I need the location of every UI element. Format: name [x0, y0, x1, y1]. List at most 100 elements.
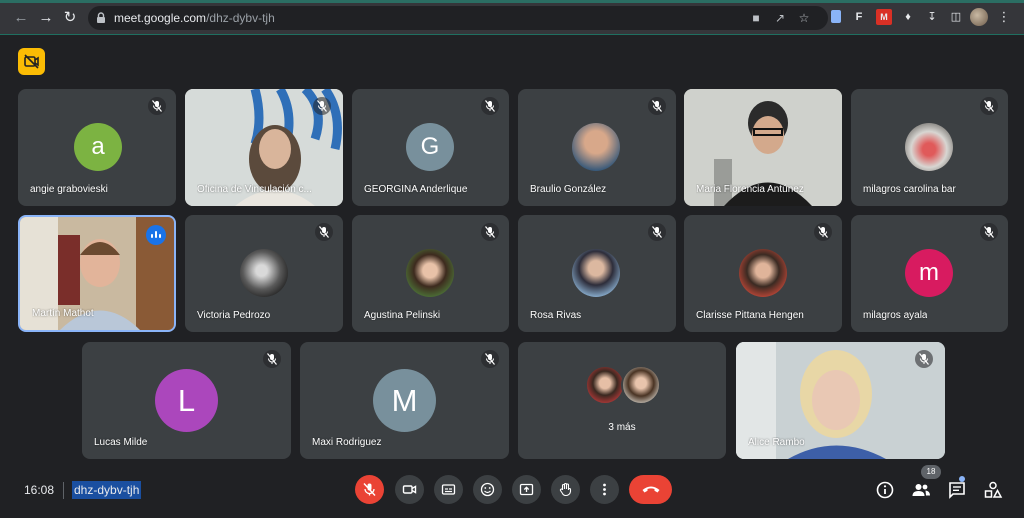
tab-strip-accent	[0, 0, 1024, 3]
browser-toolbar: ← → ↻ meet.google.com/dhz-dybv-tjh ■ ↗ ☆…	[0, 0, 1024, 35]
avatar	[406, 249, 454, 297]
participant-name: angie grabovieski	[30, 184, 108, 195]
share-icon[interactable]: ↗	[772, 10, 788, 26]
participant-tile[interactable]: G GEORGINA Anderlique	[352, 89, 509, 206]
participant-tile[interactable]: Agustina Pelinski	[352, 215, 509, 332]
participant-name: Rosa Rivas	[530, 310, 582, 321]
url-text: meet.google.com/dhz-dybv-tjh	[114, 11, 275, 25]
address-bar[interactable]: meet.google.com/dhz-dybv-tjh ■ ↗ ☆	[88, 6, 828, 30]
bookmark-star-icon[interactable]: ☆	[796, 10, 812, 26]
participant-tile[interactable]: a angie grabovieski	[18, 89, 176, 206]
emoji-icon	[480, 482, 495, 497]
reload-icon[interactable]: ↻	[61, 9, 79, 27]
mic-off-icon	[315, 223, 333, 241]
captions-button[interactable]	[434, 475, 463, 504]
mic-off-icon	[481, 97, 499, 115]
mic-off-icon	[980, 97, 998, 115]
speaking-indicator-icon	[146, 225, 166, 245]
participant-tile[interactable]: Martín Mathot	[18, 215, 176, 332]
present-button[interactable]	[512, 475, 541, 504]
f-extension-icon[interactable]: F	[851, 9, 867, 25]
camera-button[interactable]	[395, 475, 424, 504]
mic-off-button[interactable]	[355, 475, 384, 504]
host-controls-badge[interactable]	[18, 48, 45, 75]
camera-blocked-icon[interactable]: ■	[748, 10, 764, 26]
more-participants-tile[interactable]: 3 más	[518, 342, 726, 459]
participant-name: Victoria Pedrozo	[197, 310, 271, 321]
participant-tile[interactable]: Rosa Rivas	[518, 215, 676, 332]
participant-name: GEORGINA Anderlique	[364, 184, 468, 195]
back-arrow-icon[interactable]: ←	[12, 9, 30, 27]
participant-tile[interactable]: M Maxi Rodriguez	[300, 342, 509, 459]
mic-off-icon	[814, 223, 832, 241]
participant-tile[interactable]: Victoria Pedrozo	[185, 215, 343, 332]
mic-off-icon	[148, 97, 166, 115]
raise-hand-button[interactable]	[551, 475, 580, 504]
participant-name: Clarisse Pittana Hengen	[696, 310, 804, 321]
hang-up-icon	[642, 486, 660, 493]
participant-name: Lucas Milde	[94, 437, 148, 448]
forward-arrow-icon[interactable]: →	[37, 9, 55, 27]
more-options-button[interactable]	[590, 475, 619, 504]
participant-count-badge: 18	[921, 465, 941, 479]
hand-icon	[559, 482, 572, 497]
participant-name: Braulio González	[530, 184, 607, 195]
mic-off-icon	[648, 97, 666, 115]
mic-off-icon	[915, 350, 933, 368]
lock-icon[interactable]	[94, 11, 108, 25]
mic-off-icon	[363, 483, 376, 496]
profile-avatar[interactable]	[970, 8, 988, 26]
divider	[63, 482, 64, 499]
current-time: 16:08	[24, 483, 55, 497]
participant-tile[interactable]: Maria Florencia Antúnez	[684, 89, 842, 206]
call-controls-bar: 16:08 dhz-dybv-tjh	[0, 468, 1024, 518]
video-camera-icon	[402, 485, 417, 494]
sidebar-icon[interactable]: ◫	[948, 9, 964, 25]
avatar	[621, 365, 661, 405]
more-participants-label: 3 más	[608, 422, 636, 433]
participant-name: Oficina de Vinculación c...	[197, 184, 312, 195]
download-icon[interactable]: ↧	[924, 9, 940, 25]
present-screen-icon	[519, 483, 534, 496]
chat-icon[interactable]	[947, 480, 967, 500]
avatar	[572, 123, 620, 171]
m-extension-icon[interactable]: M	[876, 9, 892, 25]
mic-off-icon	[481, 350, 499, 368]
participant-name: Maria Florencia Antúnez	[696, 184, 804, 195]
emoji-button[interactable]	[473, 475, 502, 504]
docs-extension-icon[interactable]	[831, 10, 841, 23]
kebab-menu-icon	[603, 483, 606, 496]
info-icon[interactable]	[875, 480, 895, 500]
mic-off-icon	[481, 223, 499, 241]
avatar	[585, 365, 625, 405]
captions-icon	[441, 484, 456, 495]
people-icon[interactable]	[911, 480, 931, 500]
mic-off-icon	[313, 97, 331, 115]
video-off-icon	[24, 54, 39, 69]
avatar	[739, 249, 787, 297]
participant-name: Agustina Pelinski	[364, 310, 441, 321]
mic-off-icon	[980, 223, 998, 241]
kebab-menu-icon[interactable]: ⋮	[996, 9, 1012, 25]
avatar	[572, 249, 620, 297]
avatar: G	[406, 123, 454, 171]
participant-name: Maxi Rodriguez	[312, 437, 382, 448]
meeting-code[interactable]: dhz-dybv-tjh	[72, 481, 142, 499]
avatar	[905, 123, 953, 171]
participant-tile[interactable]: L Lucas Milde	[82, 342, 291, 459]
mic-off-icon	[263, 350, 281, 368]
avatar: a	[74, 123, 122, 171]
participant-tile[interactable]: Oficina de Vinculación c...	[185, 89, 343, 206]
participant-tile[interactable]: Braulio González	[518, 89, 676, 206]
puzzle-icon[interactable]: ♦	[900, 9, 916, 25]
leave-call-button[interactable]	[629, 475, 672, 504]
participant-tile[interactable]: m milagros ayala	[851, 215, 1008, 332]
avatar	[240, 249, 288, 297]
participant-tile[interactable]: Alice Rambo	[736, 342, 945, 459]
activities-icon[interactable]	[983, 480, 1003, 500]
participant-name: milagros ayala	[863, 310, 928, 321]
participant-name: Martín Mathot	[32, 308, 94, 319]
participant-tile[interactable]: milagros carolina bar	[851, 89, 1008, 206]
mic-off-icon	[648, 223, 666, 241]
participant-tile[interactable]: Clarisse Pittana Hengen	[684, 215, 842, 332]
